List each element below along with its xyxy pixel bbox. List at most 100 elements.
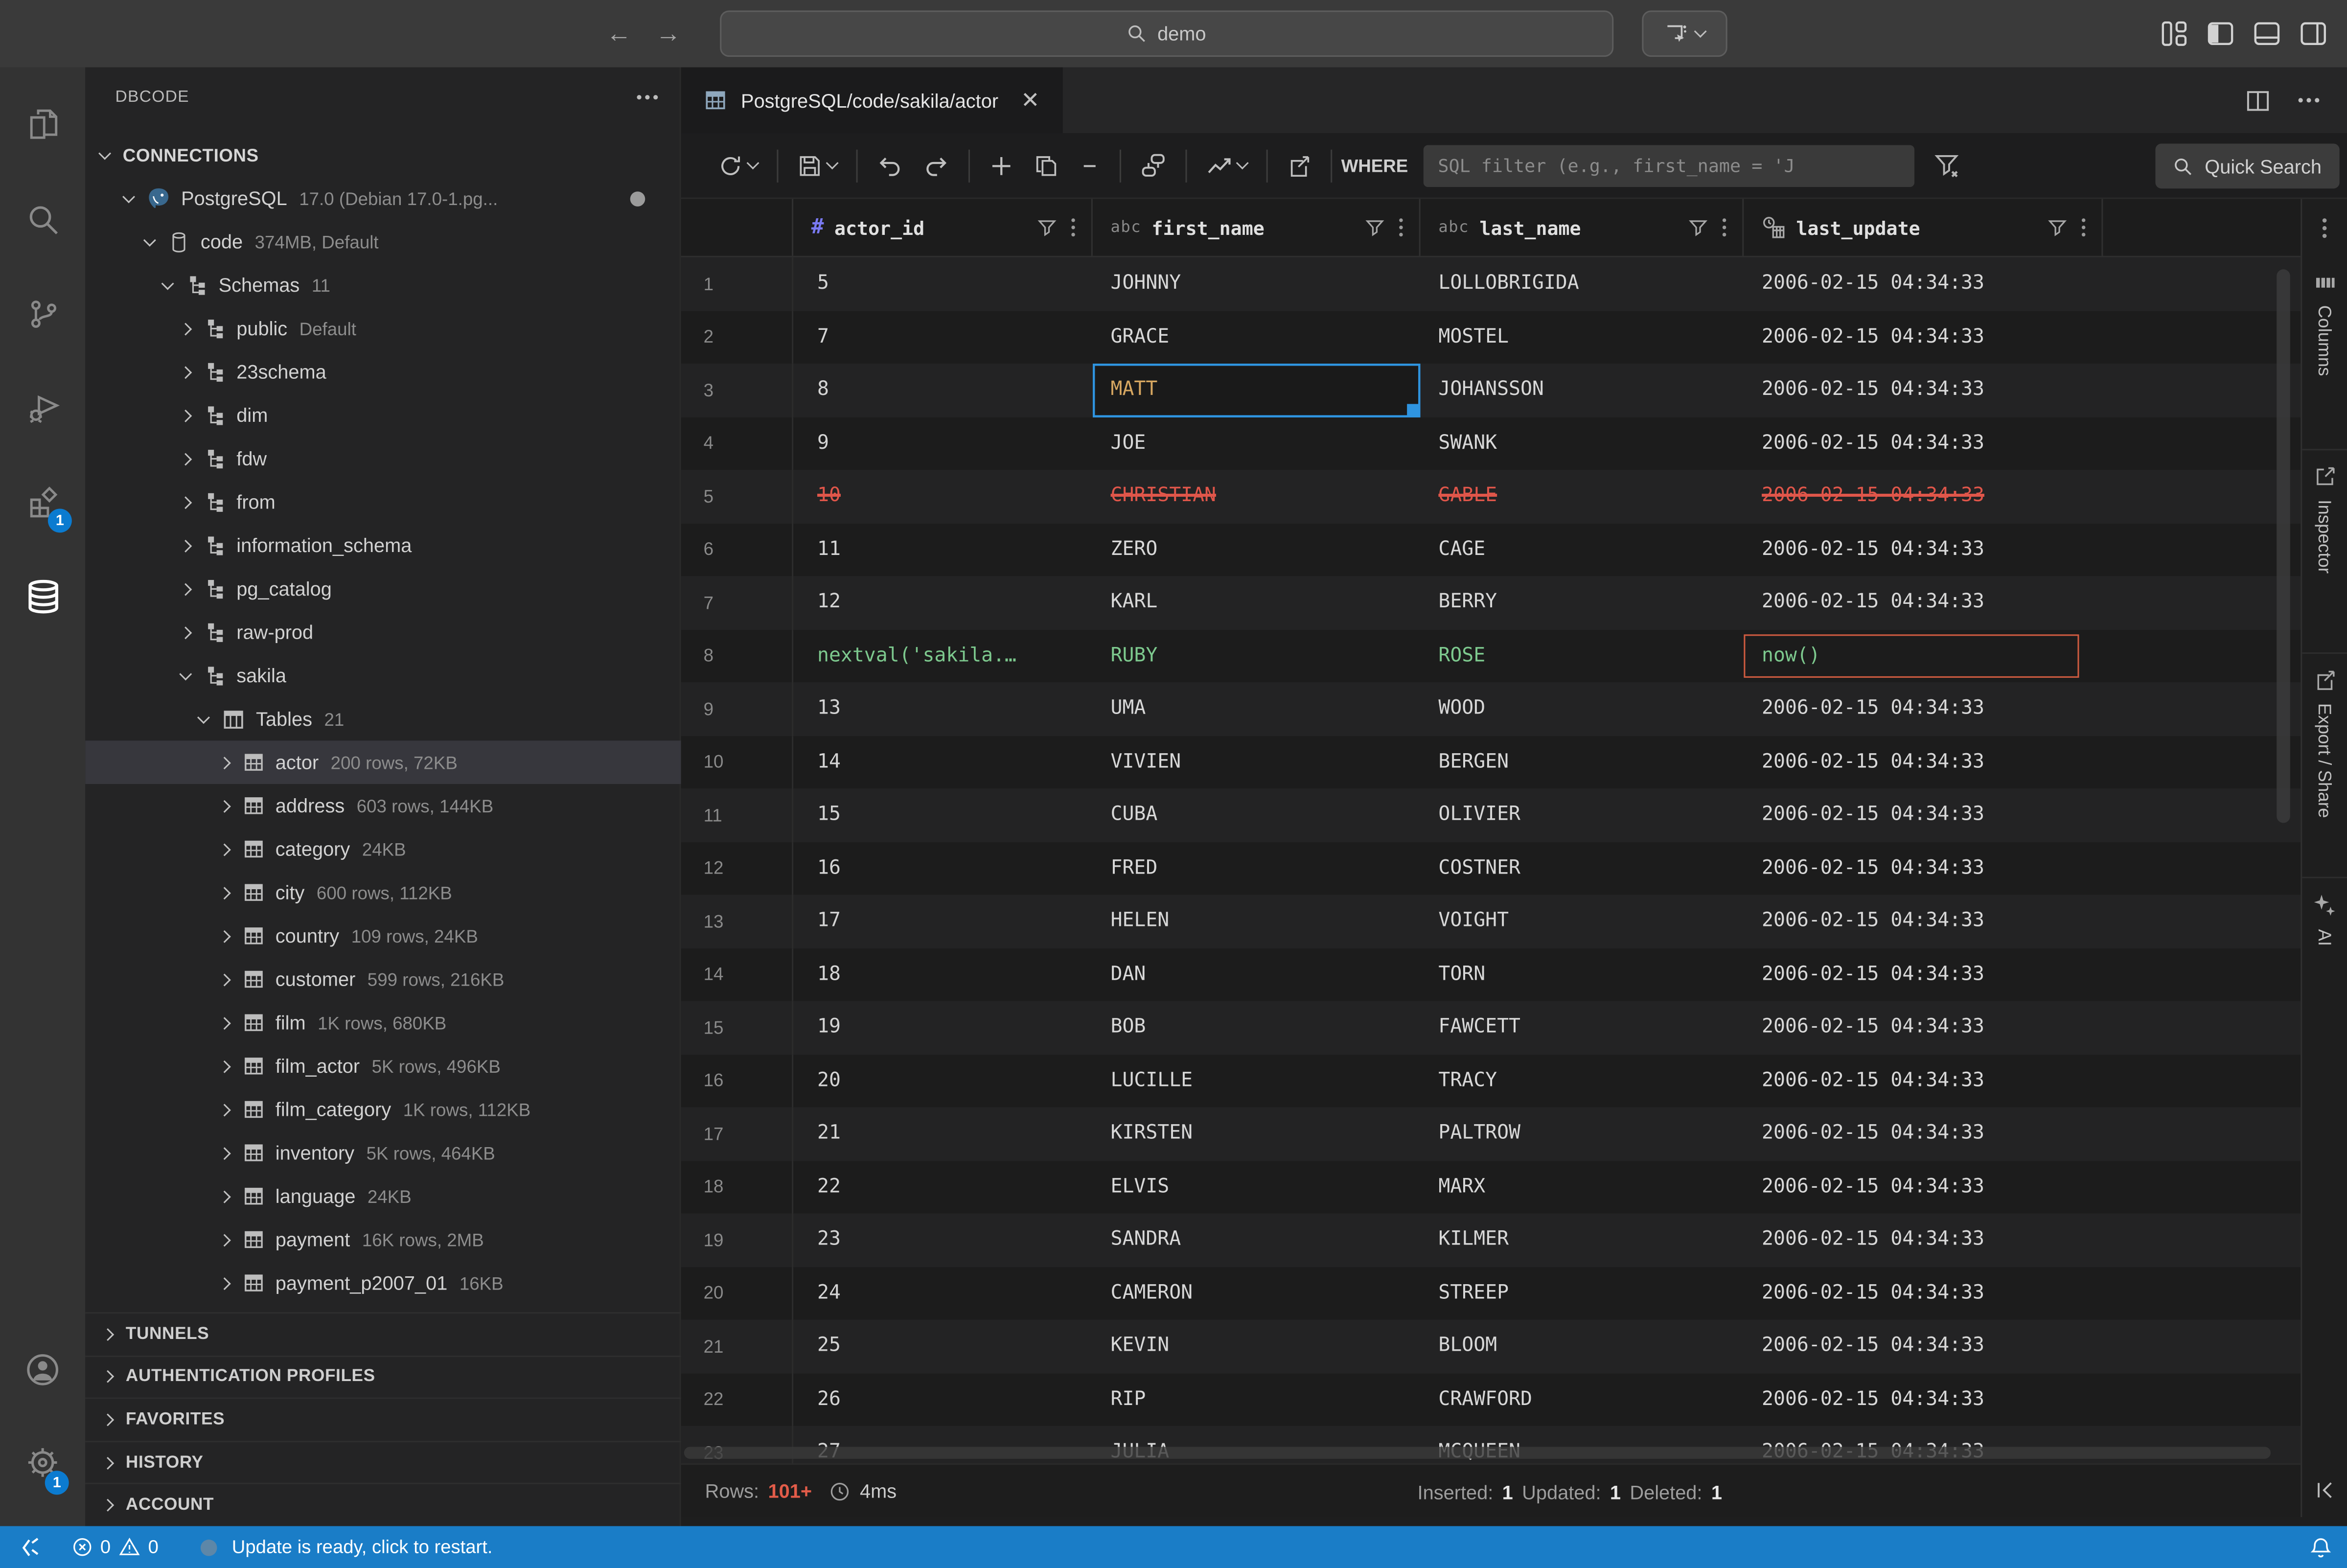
table-row[interactable]: 10 14 VIVIEN BERGEN 2006-02-15 04:34:33	[681, 736, 2301, 789]
accounts-icon[interactable]	[0, 1333, 85, 1405]
tree-item[interactable]: film_category 1K rows, 112KB	[85, 1088, 681, 1131]
table-row[interactable]: 18 22 ELVIS MARX 2006-02-15 04:34:33	[681, 1160, 2301, 1214]
cell-first-name[interactable]: HELEN	[1093, 895, 1421, 948]
cell-last-update[interactable]: 2006-02-15 04:34:33	[1744, 257, 2103, 311]
filter-funnel-icon[interactable]	[1365, 218, 1385, 237]
customize-layout-icon[interactable]	[2160, 20, 2188, 48]
kebab-menu-icon[interactable]	[2322, 216, 2327, 239]
sql-filter-input[interactable]	[1423, 144, 1914, 186]
right-tab-inspector[interactable]: Inspector	[2302, 450, 2347, 654]
row-number-cell[interactable]: 5	[681, 470, 793, 523]
right-tab-columns[interactable]: Columns	[2302, 256, 2347, 450]
cell-actor-id[interactable]: 25	[793, 1319, 1093, 1373]
export-icon[interactable]	[1287, 153, 1311, 177]
cell-last-name[interactable]: CRAWFORD	[1421, 1373, 1744, 1426]
cell-actor-id[interactable]: 26	[793, 1373, 1093, 1426]
row-number-cell[interactable]: 12	[681, 842, 793, 895]
kebab-menu-icon[interactable]	[1398, 217, 1404, 238]
split-editor-icon[interactable]	[2245, 88, 2271, 113]
cell-first-name[interactable]: JOHNNY	[1093, 257, 1421, 311]
row-number-cell[interactable]: 7	[681, 576, 793, 629]
cell-actor-id[interactable]: 21	[793, 1107, 1093, 1160]
table-row[interactable]: 13 17 HELEN VOIGHT 2006-02-15 04:34:33	[681, 895, 2301, 948]
horizontal-scrollbar[interactable]	[684, 1447, 2271, 1458]
cell-last-update[interactable]: 2006-02-15 04:34:33	[1744, 364, 2103, 417]
cell-last-update[interactable]: 2006-02-15 04:34:33	[1744, 523, 2103, 576]
cell-first-name[interactable]: MATT	[1093, 364, 1421, 417]
cell-last-name[interactable]: STREEP	[1421, 1267, 1744, 1320]
kebab-menu-icon[interactable]	[1070, 217, 1076, 238]
cell-actor-id[interactable]: 8	[793, 364, 1093, 417]
cell-first-name[interactable]: KARL	[1093, 576, 1421, 629]
row-number-cell[interactable]: 2	[681, 310, 793, 364]
cell-last-name[interactable]: MOSTEL	[1421, 310, 1744, 364]
cell-fill-handle[interactable]	[1407, 403, 1419, 415]
tree-item[interactable]: dim	[85, 393, 681, 437]
table-row[interactable]: 2 7 GRACE MOSTEL 2006-02-15 04:34:33	[681, 310, 2301, 364]
cell-last-update[interactable]: 2006-02-15 04:34:33	[1744, 1373, 2103, 1426]
filter-funnel-icon[interactable]	[1933, 153, 1959, 178]
cell-last-update[interactable]: 2006-02-15 04:34:33	[1744, 948, 2103, 1001]
explorer-icon[interactable]	[0, 88, 85, 160]
table-row[interactable]: 19 23 SANDRA KILMER 2006-02-15 04:34:33	[681, 1213, 2301, 1267]
table-row[interactable]: 14 18 DAN TORN 2006-02-15 04:34:33	[681, 948, 2301, 1001]
cell-actor-id[interactable]: 22	[793, 1160, 1093, 1214]
cell-last-name[interactable]: BERRY	[1421, 576, 1744, 629]
tree-item[interactable]: Schemas 11	[85, 263, 681, 307]
right-tab-export-share[interactable]: Export / Share	[2302, 654, 2347, 878]
cell-first-name[interactable]: LUCILLE	[1093, 1054, 1421, 1107]
cell-first-name[interactable]: JOE	[1093, 416, 1421, 470]
cell-first-name[interactable]: KIRSTEN	[1093, 1107, 1421, 1160]
cell-last-name[interactable]: OLIVIER	[1421, 788, 1744, 842]
toggle-sidebar-icon[interactable]	[2206, 20, 2234, 48]
cell-first-name[interactable]: CHRISTIAN	[1093, 470, 1421, 523]
cell-actor-id[interactable]: 7	[793, 310, 1093, 364]
tab-close-icon[interactable]: ✕	[1021, 87, 1039, 114]
update-message[interactable]: Update is ready, click to restart.	[232, 1537, 493, 1558]
delete-row-icon[interactable]	[1079, 155, 1100, 176]
cell-last-update[interactable]: 2006-02-15 04:34:33	[1744, 470, 2103, 523]
cell-actor-id[interactable]: 16	[793, 842, 1093, 895]
tree-item[interactable]: raw-prod	[85, 610, 681, 654]
tree-item[interactable]: information_schema	[85, 524, 681, 567]
cell-actor-id[interactable]: nextval('sakila.…	[793, 629, 1093, 683]
sidebar-section-header[interactable]: HISTORY	[85, 1441, 681, 1483]
tree-item[interactable]: actor 200 rows, 72KB	[85, 740, 681, 784]
cell-last-name[interactable]: TRACY	[1421, 1054, 1744, 1107]
cell-last-name[interactable]: VOIGHT	[1421, 895, 1744, 948]
cell-last-update[interactable]: 2006-02-15 04:34:33	[1744, 1054, 2103, 1107]
tree-item[interactable]: 23schema	[85, 350, 681, 393]
settings-gear-icon[interactable]: 1	[0, 1426, 85, 1498]
cell-last-name[interactable]: MARX	[1421, 1160, 1744, 1214]
cell-last-name[interactable]: ROSE	[1421, 629, 1744, 683]
database-icon[interactable]	[0, 561, 85, 633]
table-row[interactable]: 4 9 JOE SWANK 2006-02-15 04:34:33	[681, 416, 2301, 470]
cell-last-update[interactable]: 2006-02-15 04:34:33	[1744, 576, 2103, 629]
redo-icon[interactable]	[923, 153, 949, 178]
cell-actor-id[interactable]: 23	[793, 1213, 1093, 1267]
tree-item[interactable]: city 600 rows, 112KB	[85, 871, 681, 914]
cell-first-name[interactable]: UMA	[1093, 682, 1421, 736]
cell-last-update[interactable]: 2006-02-15 04:34:33	[1744, 682, 2103, 736]
cell-last-update[interactable]: 2006-02-15 04:34:33	[1744, 1160, 2103, 1214]
table-row[interactable]: 21 25 KEVIN BLOOM 2006-02-15 04:34:33	[681, 1319, 2301, 1373]
tree-item[interactable]: country 109 rows, 24KB	[85, 914, 681, 958]
cell-actor-id[interactable]: 13	[793, 682, 1093, 736]
cell-last-update[interactable]: 2006-02-15 04:34:33	[1744, 310, 2103, 364]
row-number-cell[interactable]: 8	[681, 629, 793, 683]
cell-last-name[interactable]: BERGEN	[1421, 736, 1744, 789]
right-tab-ai[interactable]: AI	[2302, 878, 2347, 1013]
cell-last-name[interactable]: BLOOM	[1421, 1319, 1744, 1373]
cell-last-name[interactable]: SWANK	[1421, 416, 1744, 470]
undo-icon[interactable]	[877, 153, 902, 178]
command-center-search[interactable]: demo	[720, 10, 1613, 57]
column-header-last-name[interactable]: abc last_name	[1421, 199, 1744, 256]
cell-actor-id[interactable]: 18	[793, 948, 1093, 1001]
cell-last-name[interactable]: COSTNER	[1421, 842, 1744, 895]
table-row[interactable]: 7 12 KARL BERRY 2006-02-15 04:34:33	[681, 576, 2301, 629]
layout-control-button[interactable]	[1642, 10, 1727, 57]
cell-last-update[interactable]: 2006-02-15 04:34:33	[1744, 895, 2103, 948]
cell-first-name[interactable]: KEVIN	[1093, 1319, 1421, 1373]
first-page-icon[interactable]	[2301, 1463, 2347, 1517]
cell-first-name[interactable]: ELVIS	[1093, 1160, 1421, 1214]
